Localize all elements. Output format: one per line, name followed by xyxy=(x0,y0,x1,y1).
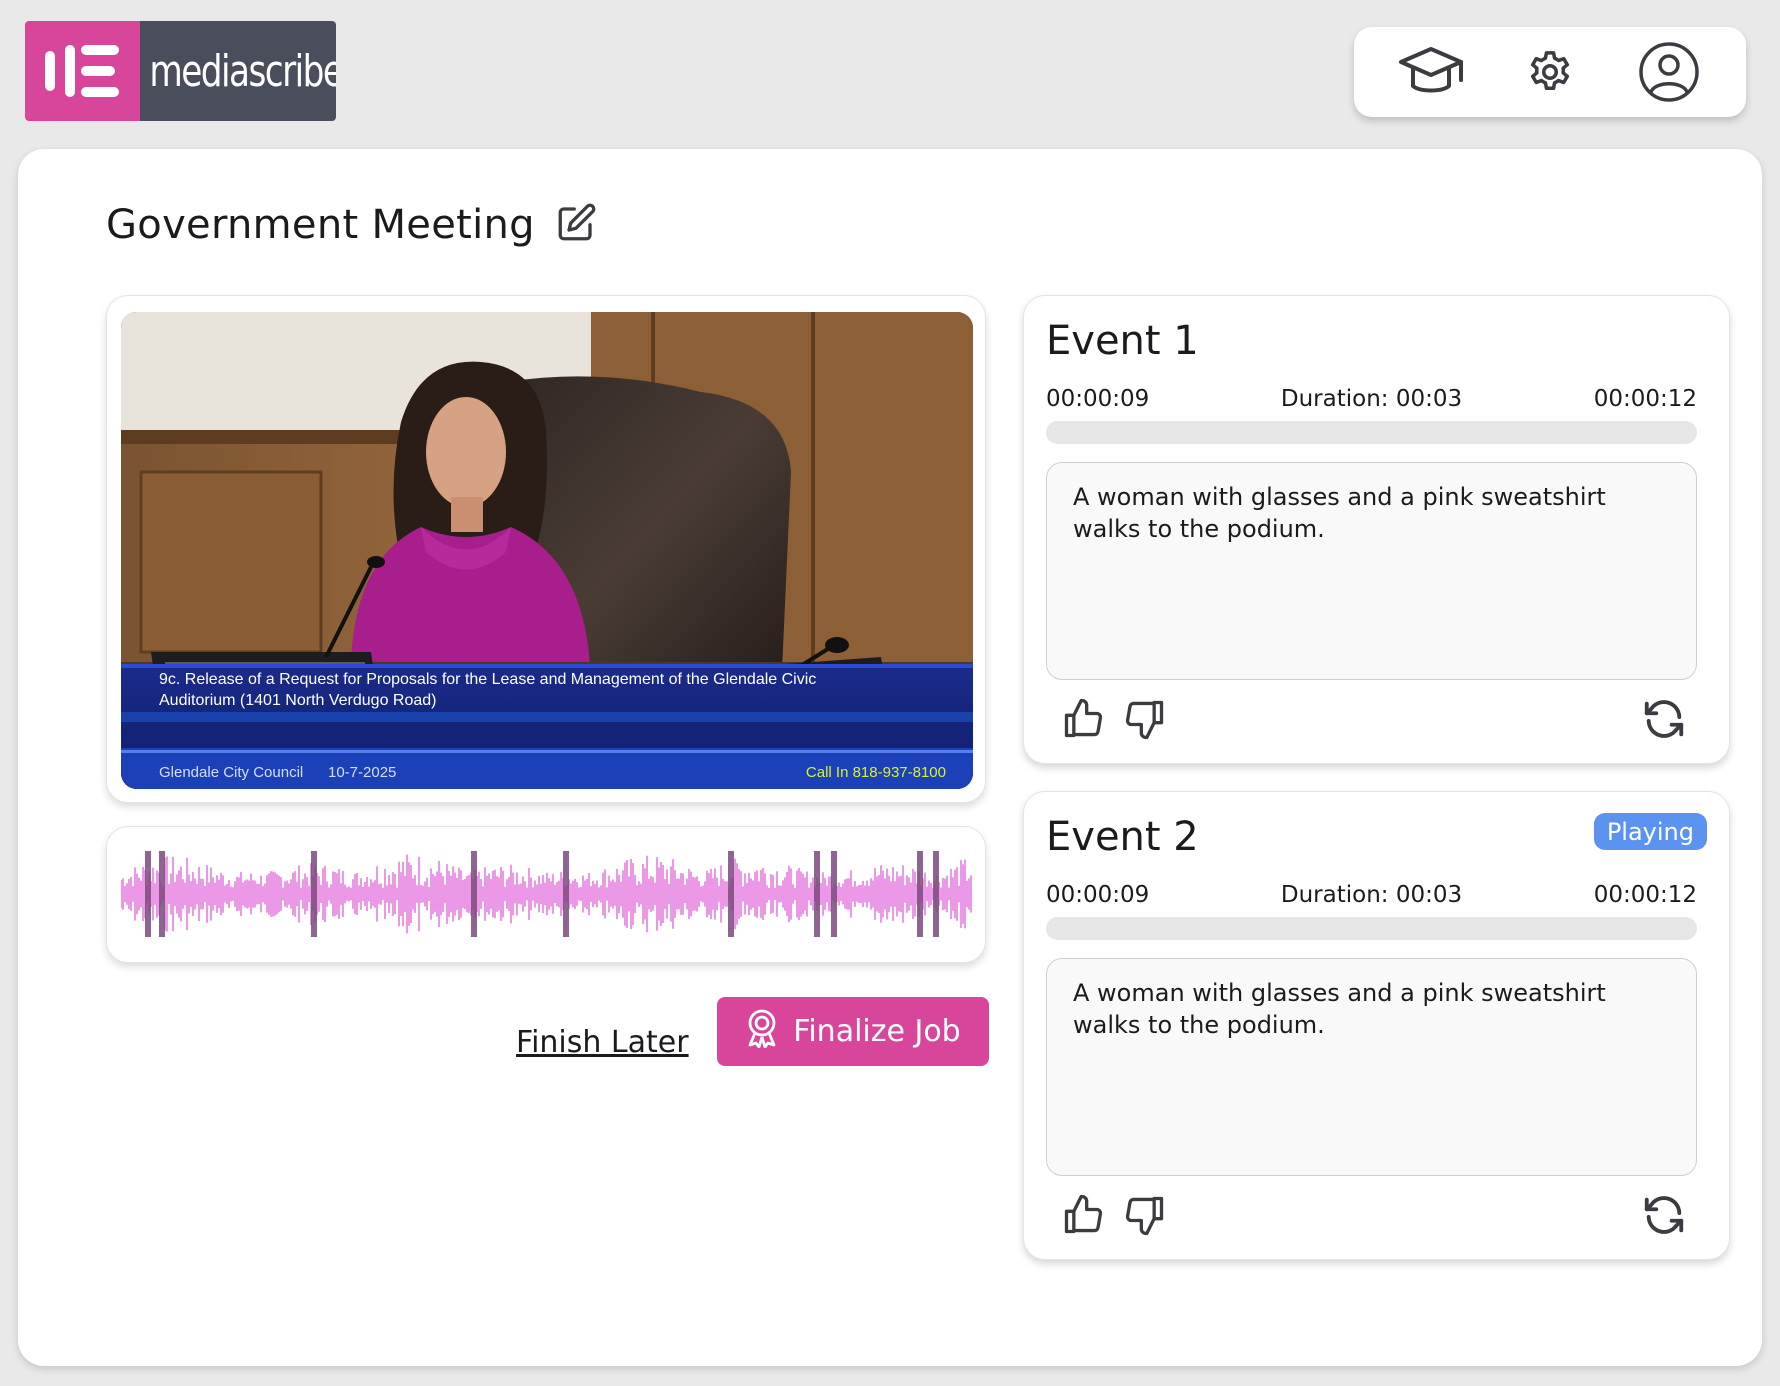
waveform-event-marker[interactable] xyxy=(563,851,569,937)
video-caption-line1: 9c. Release of a Request for Proposals f… xyxy=(159,671,816,688)
event-title: Event 2 xyxy=(1046,814,1199,860)
thumbs-down-icon[interactable] xyxy=(1122,694,1168,744)
waveform-event-marker[interactable] xyxy=(933,851,939,937)
finalize-job-label: Finalize Job xyxy=(793,1014,961,1049)
award-icon xyxy=(745,1008,779,1056)
waveform-event-marker[interactable] xyxy=(814,851,820,937)
user-icon[interactable] xyxy=(1633,36,1705,108)
gear-icon[interactable] xyxy=(1514,36,1586,108)
thumbs-up-icon[interactable] xyxy=(1060,694,1106,744)
regenerate-icon[interactable] xyxy=(1641,1190,1687,1240)
finish-later-link[interactable]: Finish Later xyxy=(516,1025,689,1060)
video-date: 10-7-2025 xyxy=(328,764,396,781)
video-caption-line2: Auditorium (1401 North Verdugo Road) xyxy=(159,692,437,709)
logo-mark-icon xyxy=(25,21,140,121)
header-toolbar xyxy=(1354,27,1746,117)
event-progress-bar[interactable] xyxy=(1046,917,1697,940)
video-channel: Glendale City Council xyxy=(159,764,303,781)
waveform-event-marker[interactable] xyxy=(471,851,477,937)
event-start-time: 00:00:09 xyxy=(1046,386,1150,412)
thumbs-down-icon[interactable] xyxy=(1122,1190,1168,1240)
video-call-in: Call In 818-937-8100 xyxy=(806,764,946,781)
event-duration: Duration: 00:03 xyxy=(1280,882,1463,908)
audio-waveform[interactable] xyxy=(106,826,986,963)
video-frame[interactable]: 9c. Release of a Request for Proposals f… xyxy=(121,312,973,789)
event-description-field[interactable]: A woman with glasses and a pink sweatshi… xyxy=(1046,958,1697,1176)
video-player[interactable]: 9c. Release of a Request for Proposals f… xyxy=(106,295,986,803)
event-description-field[interactable]: A woman with glasses and a pink sweatshi… xyxy=(1046,462,1697,680)
playing-status-badge: Playing xyxy=(1593,813,1707,850)
waveform-graphic[interactable] xyxy=(121,839,973,949)
event-duration: Duration: 00:03 xyxy=(1280,386,1463,412)
thumbs-up-icon[interactable] xyxy=(1060,1190,1106,1240)
edit-icon[interactable] xyxy=(555,202,597,248)
waveform-event-marker[interactable] xyxy=(145,851,151,937)
main-panel: Government Meeting 9c. Release of a Requ… xyxy=(18,149,1762,1366)
event-end-time: 00:00:12 xyxy=(1593,386,1697,412)
event-title: Event 1 xyxy=(1046,318,1199,364)
event-timing: 00:00:09 Duration: 00:03 00:00:12 xyxy=(1046,882,1697,908)
event-timing: 00:00:09 Duration: 00:03 00:00:12 xyxy=(1046,386,1697,412)
logo-wordmark: media scribe xyxy=(140,45,336,97)
regenerate-icon[interactable] xyxy=(1641,694,1687,744)
waveform-event-marker[interactable] xyxy=(831,851,837,937)
waveform-event-marker[interactable] xyxy=(917,851,923,937)
event-start-time: 00:00:09 xyxy=(1046,882,1150,908)
finalize-job-button[interactable]: Finalize Job xyxy=(717,997,989,1066)
waveform-event-marker[interactable] xyxy=(311,851,317,937)
app-logo[interactable]: media scribe xyxy=(25,21,336,121)
page-title: Government Meeting xyxy=(106,202,535,248)
event-end-time: 00:00:12 xyxy=(1593,882,1697,908)
graduation-cap-icon[interactable] xyxy=(1395,36,1467,108)
event-card-2: Event 2 Playing 00:00:09 Duration: 00:03… xyxy=(1023,791,1730,1260)
event-card-1: Event 1 00:00:09 Duration: 00:03 00:00:1… xyxy=(1023,295,1730,764)
event-progress-bar[interactable] xyxy=(1046,421,1697,444)
waveform-event-marker[interactable] xyxy=(159,851,165,937)
waveform-event-marker[interactable] xyxy=(728,851,734,937)
